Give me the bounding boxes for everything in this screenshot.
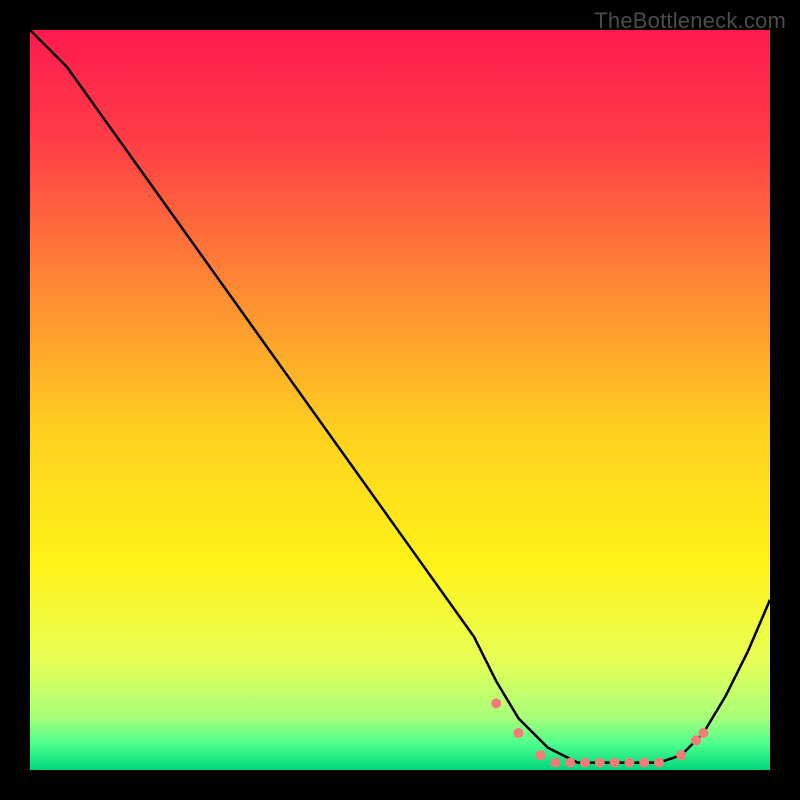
data-point — [654, 758, 664, 768]
data-point — [580, 758, 590, 768]
data-point — [610, 758, 620, 768]
data-point — [550, 758, 560, 768]
data-point — [639, 758, 649, 768]
chart-svg — [30, 30, 770, 770]
data-point — [624, 758, 634, 768]
plot-area — [30, 30, 770, 770]
data-point — [676, 750, 686, 760]
chart-container: TheBottleneck.com — [0, 0, 800, 800]
data-point — [513, 728, 523, 738]
data-point — [565, 758, 575, 768]
data-point — [595, 758, 605, 768]
watermark-text: TheBottleneck.com — [594, 8, 786, 34]
data-point — [698, 728, 708, 738]
data-point — [536, 750, 546, 760]
data-point — [491, 698, 501, 708]
data-point — [691, 735, 701, 745]
chart-background — [30, 30, 770, 770]
